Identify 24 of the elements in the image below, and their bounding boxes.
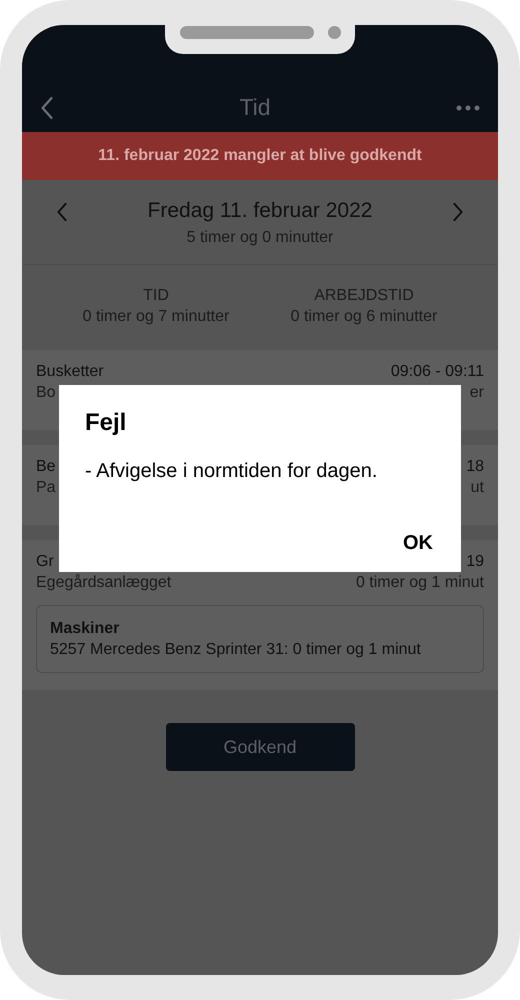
entry-subtitle: Pa <box>36 478 56 498</box>
machine-line: 5257 Mercedes Benz Sprinter 31: 0 timer og 1 minut <box>50 640 422 660</box>
total-label: TID <box>143 286 169 306</box>
entry-title: Busketter <box>36 362 104 382</box>
entry-duration: er <box>470 383 484 403</box>
dialog-message: - Afvigelse i normtiden for dagen. <box>85 459 378 483</box>
total-label: ARBEJDSTID <box>314 286 414 306</box>
day-date: Fredag 11. februar 2022 <box>148 198 372 224</box>
entry-title: Gr <box>36 552 54 572</box>
day-total: 5 timer og 0 minutter <box>186 228 334 248</box>
entry-title: Be <box>36 457 56 477</box>
banner-text: 11. februar 2022 mangler at blive godkendt <box>98 146 422 166</box>
entry-time: 18 <box>466 457 484 477</box>
entry-subtitle: Egegårdsanlægget <box>36 573 172 593</box>
screen-title: Tid <box>239 93 271 122</box>
total-value: 0 timer og 6 minutter <box>290 307 438 327</box>
dialog-title: Fejl <box>85 409 128 437</box>
total-value: 0 timer og 7 minutter <box>82 307 230 327</box>
entry-subtitle: Bo <box>36 383 56 403</box>
machines-heading: Maskiner <box>50 619 120 639</box>
entry-duration: ut <box>470 478 484 498</box>
entry-duration: 0 timer og 1 minut <box>356 573 484 593</box>
entry-time: 09:06 - 09:11 <box>390 362 484 382</box>
entry-time: 19 <box>466 552 484 572</box>
